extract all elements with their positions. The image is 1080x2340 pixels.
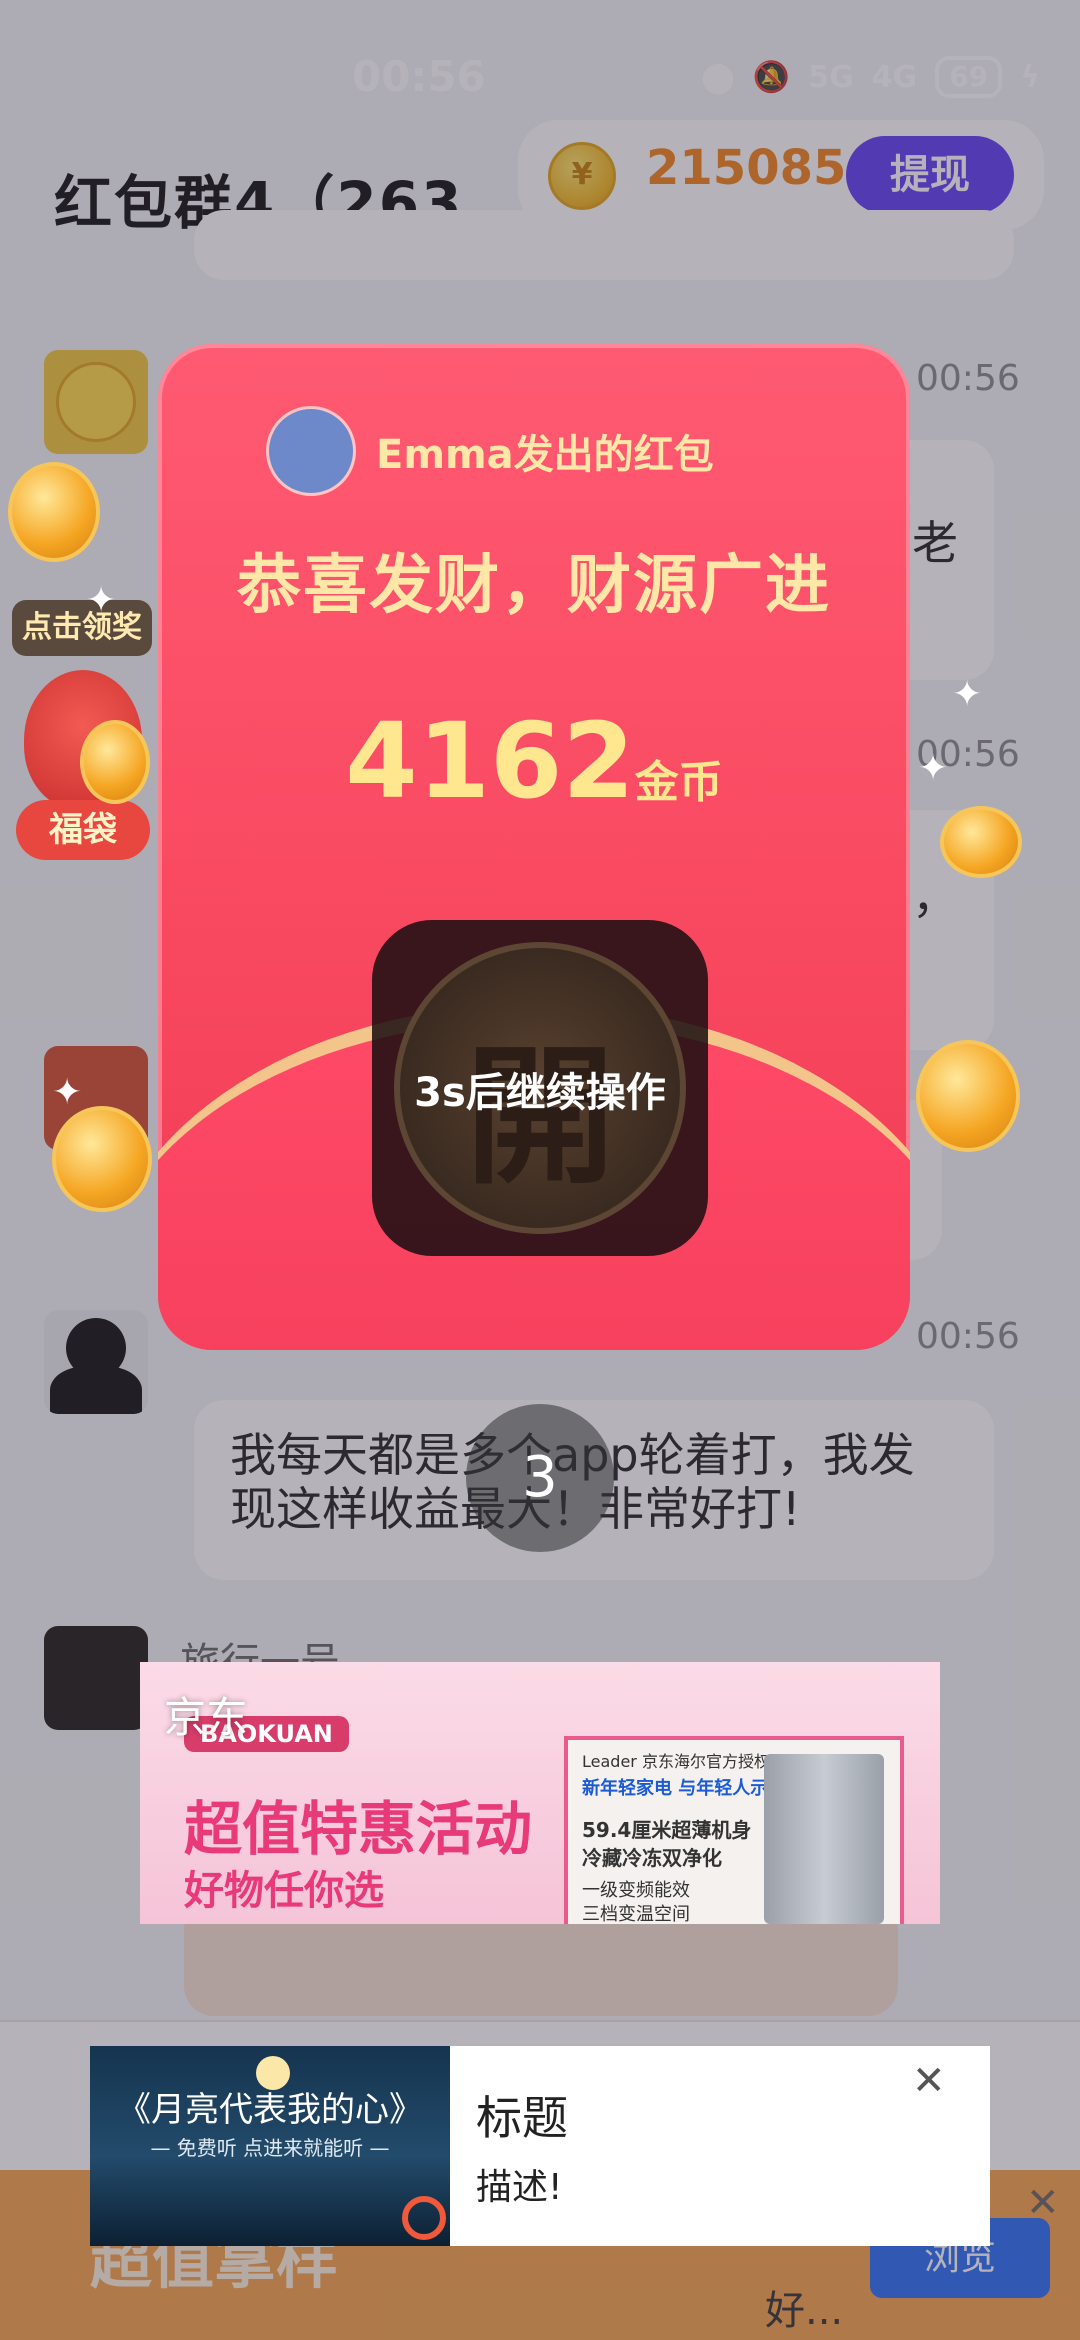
ad-subline: 好物任你选	[184, 1868, 384, 1914]
ad-description: 描述!	[476, 2167, 563, 2208]
open-envelope-button[interactable]: 開 3s后继续操作	[372, 920, 708, 1256]
thumb-subtitle: — 免费听 点进来就能听 —	[150, 2136, 390, 2160]
product-line: 一级变频能效	[582, 1880, 690, 1901]
sparkle-icon: ✦	[918, 748, 949, 789]
gold-coin-icon	[8, 462, 100, 562]
envelope-amount: 4162金币	[158, 700, 910, 822]
product-line: 新年轻家电 与年轻人示唱	[582, 1778, 787, 1799]
wait-label: 3s后继续操作	[414, 1070, 666, 1116]
envelope-sender-row: Emma发出的红包	[266, 406, 714, 496]
lucky-bag-label: 福袋	[16, 800, 150, 860]
claim-reward-tag: 点击领奖	[12, 600, 152, 656]
product-line: 冷藏冷冻双净化	[582, 1846, 722, 1870]
product-line: Leader 京东海尔官方授权	[582, 1752, 770, 1771]
ad-title: 标题	[476, 2091, 568, 2145]
ad-headline: 超值特惠活动	[184, 1795, 533, 1863]
sparkle-icon: ✦	[52, 1072, 83, 1113]
close-icon[interactable]: ✕	[912, 2058, 946, 2104]
fridge-image	[764, 1754, 884, 1924]
jd-ad-banner[interactable]: BAOKUAN 京东 超值特惠活动 好物任你选 Leader 京东海尔官方授权 …	[140, 1662, 940, 1924]
gold-coin-icon	[940, 806, 1022, 878]
gold-coin-icon	[52, 1106, 152, 1212]
gold-coin-icon	[80, 720, 150, 804]
product-line: 59.4厘米超薄机身	[582, 1818, 752, 1842]
amount-value: 4162	[345, 700, 635, 822]
amount-unit: 金币	[634, 757, 723, 808]
ad-product-card: Leader 京东海尔官方授权 新年轻家电 与年轻人示唱 59.4厘米超薄机身 …	[564, 1736, 904, 1924]
product-line: 三档变温空间	[582, 1904, 690, 1924]
app-logo-icon	[402, 2196, 446, 2240]
sender-avatar	[266, 406, 356, 496]
bottom-popup-ad[interactable]: 《月亮代表我的心》 — 免费听 点进来就能听 — 标题 描述! ✕	[90, 2046, 990, 2246]
envelope-wish: 恭喜发财，财源广进	[237, 549, 831, 623]
sparkle-icon: ✦	[86, 580, 117, 621]
ad-source-label: 京东	[164, 1693, 249, 1742]
gold-coin-icon	[916, 1040, 1020, 1152]
ad-thumbnail: 《月亮代表我的心》 — 免费听 点进来就能听 —	[90, 2046, 450, 2246]
sparkle-icon: ✦	[952, 674, 983, 715]
countdown-badge: 3	[466, 1404, 614, 1552]
thumb-title: 《月亮代表我的心》	[117, 2090, 423, 2130]
envelope-sender-name: Emma发出的红包	[376, 432, 714, 478]
